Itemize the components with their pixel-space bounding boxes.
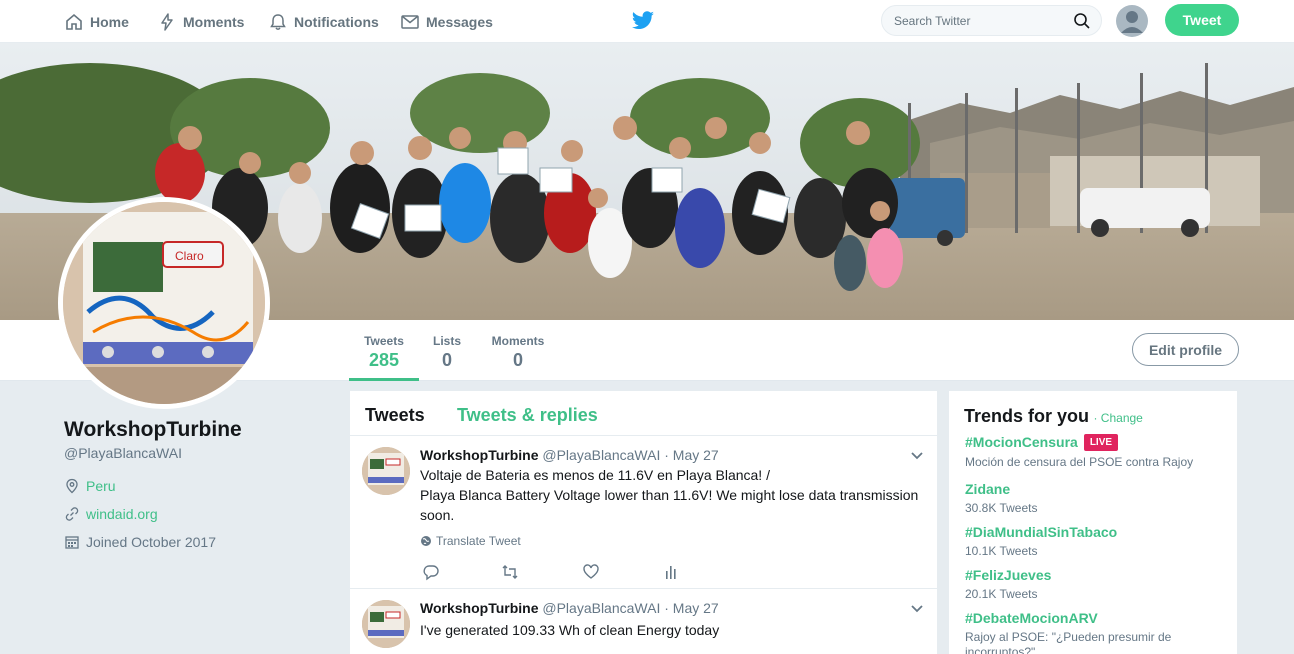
retweet-icon[interactable] xyxy=(501,563,519,581)
avatar-photo: Claro xyxy=(63,202,265,404)
search-input[interactable] xyxy=(894,13,1064,28)
svg-text:Claro: Claro xyxy=(175,249,204,263)
tweet-text-line-1: Voltaje de Bateria es menos de 11.6V en … xyxy=(420,467,770,483)
live-badge: LIVE xyxy=(1083,434,1119,451)
tweet-author-name[interactable]: WorkshopTurbine xyxy=(420,447,538,463)
calendar-icon xyxy=(65,536,79,549)
translate-tweet-link[interactable]: Translate Tweet xyxy=(420,534,521,548)
tweet-item[interactable]: WorkshopTurbine @PlayaBlancaWAI · May 27… xyxy=(350,590,937,654)
lightning-icon xyxy=(161,12,173,31)
tweet-text-line-2: Playa Blanca Battery Voltage lower than … xyxy=(420,487,919,503)
tweet-button[interactable]: Tweet xyxy=(1165,4,1239,36)
nav-home[interactable]: Home xyxy=(64,0,129,43)
home-icon xyxy=(66,13,82,30)
tweet-avatar[interactable] xyxy=(362,600,410,648)
globe-icon xyxy=(421,536,431,546)
tweet-author-handle[interactable]: @PlayaBlancaWAI xyxy=(542,600,660,616)
default-avatar-icon xyxy=(1116,5,1148,37)
trend-name[interactable]: Zidane xyxy=(965,481,1010,497)
trend-item[interactable]: #FelizJueves 20.1K Tweets xyxy=(965,567,1195,602)
translate-tweet-label: Translate Tweet xyxy=(436,534,521,548)
nav-messages[interactable]: Messages xyxy=(400,0,493,43)
nav-notifications-label: Notifications xyxy=(294,13,379,30)
profile-name[interactable]: WorkshopTurbine xyxy=(64,418,242,442)
nav-notifications[interactable]: Notifications xyxy=(268,0,379,43)
tweet-avatar-photo xyxy=(362,600,410,648)
trend-item[interactable]: #MocionCensura LIVE Moción de censura del… xyxy=(965,434,1195,470)
search-box[interactable] xyxy=(881,5,1102,36)
stat-moments-label: Moments xyxy=(491,334,545,348)
chevron-down-icon[interactable] xyxy=(910,451,924,461)
user-avatar-button[interactable] xyxy=(1116,5,1148,37)
tweet-avatar-photo xyxy=(362,447,410,495)
trend-name[interactable]: #DebateMocionARV xyxy=(965,610,1098,626)
profile-location-text[interactable]: Peru xyxy=(86,478,116,494)
stat-tweets-value: 285 xyxy=(368,350,400,370)
twitter-bird-icon[interactable] xyxy=(631,10,655,32)
tweet-header: WorkshopTurbine @PlayaBlancaWAI · May 27 xyxy=(420,600,719,616)
tweet-item[interactable]: WorkshopTurbine @PlayaBlancaWAI · May 27… xyxy=(350,437,937,589)
tweet-author-handle[interactable]: @PlayaBlancaWAI xyxy=(542,447,660,463)
analytics-icon[interactable] xyxy=(662,563,680,581)
top-navigation: Home Moments Notifications Messages Twee… xyxy=(0,0,1294,43)
chevron-down-icon[interactable] xyxy=(910,604,924,614)
trend-description: Rajoy al PSOE: "¿Pueden presumir de inco… xyxy=(965,630,1172,654)
profile-joined: Joined October 2017 xyxy=(64,534,216,550)
trends-panel: Trends for you · Change #MocionCensura LI… xyxy=(949,391,1237,654)
tab-tweets[interactable]: Tweets xyxy=(365,405,425,426)
tweet-avatar[interactable] xyxy=(362,447,410,495)
trends-title: Trends for you xyxy=(964,406,1090,426)
envelope-icon xyxy=(401,14,419,29)
trend-tweet-count: 20.1K Tweets xyxy=(965,587,1038,601)
tweet-header: WorkshopTurbine @PlayaBlancaWAI · May 27 xyxy=(420,447,719,463)
profile-avatar[interactable]: Claro xyxy=(58,197,270,409)
heart-icon[interactable] xyxy=(582,563,600,581)
reply-icon[interactable] xyxy=(422,563,440,581)
tweet-date[interactable]: · May 27 xyxy=(664,600,718,616)
trend-item[interactable]: #DiaMundialSinTabaco 10.1K Tweets xyxy=(965,524,1195,559)
profile-location: Peru xyxy=(64,478,116,494)
tab-tweets-replies[interactable]: Tweets & replies xyxy=(457,405,598,426)
nav-messages-label: Messages xyxy=(426,13,493,30)
location-pin-icon xyxy=(66,478,78,494)
trend-item[interactable]: #DebateMocionARV Rajoy al PSOE: "¿Pueden… xyxy=(965,610,1175,654)
stat-lists[interactable]: Lists 0 xyxy=(430,320,464,381)
edit-profile-button[interactable]: Edit profile xyxy=(1132,333,1239,366)
tweet-author-name[interactable]: WorkshopTurbine xyxy=(420,600,538,616)
profile-website-link[interactable]: windaid.org xyxy=(86,506,158,522)
stat-moments[interactable]: Moments 0 xyxy=(488,320,548,381)
profile-handle: @PlayaBlancaWAI xyxy=(64,445,182,461)
profile-website: windaid.org xyxy=(64,506,158,522)
search-icon[interactable] xyxy=(1073,12,1091,30)
tweet-text-line-3: soon. xyxy=(420,507,455,523)
stat-tweets-label: Tweets xyxy=(364,334,404,348)
stat-lists-value: 0 xyxy=(441,350,452,370)
tweet-text-line-1: I've generated 109.33 Wh of clean Energy… xyxy=(420,622,720,638)
timeline: Tweets Tweets & replies WorkshopTurbine … xyxy=(350,391,937,654)
link-icon xyxy=(65,507,79,521)
trends-change-link[interactable]: · Change xyxy=(1093,411,1142,425)
trend-description: Moción de censura del PSOE contra Rajoy xyxy=(965,455,1194,469)
trend-tweet-count: 30.8K Tweets xyxy=(965,501,1038,515)
trend-name[interactable]: #DiaMundialSinTabaco xyxy=(965,524,1117,540)
nav-home-label: Home xyxy=(90,13,129,30)
nav-moments[interactable]: Moments xyxy=(157,0,244,43)
tweet-date[interactable]: · May 27 xyxy=(664,447,718,463)
profile-joined-text: Joined October 2017 xyxy=(86,534,216,550)
stat-moments-value: 0 xyxy=(512,350,523,370)
stat-tweets[interactable]: Tweets 285 xyxy=(349,320,419,381)
bell-icon xyxy=(270,13,286,30)
trend-name[interactable]: #MocionCensura xyxy=(965,434,1078,450)
stat-lists-label: Lists xyxy=(432,334,461,348)
trend-name[interactable]: #FelizJueves xyxy=(965,567,1051,583)
trends-header: Trends for you · Change xyxy=(964,406,1222,427)
trend-tweet-count: 10.1K Tweets xyxy=(965,544,1038,558)
timeline-tabs: Tweets Tweets & replies xyxy=(350,391,937,436)
trend-item[interactable]: Zidane 30.8K Tweets xyxy=(965,481,1195,516)
nav-moments-label: Moments xyxy=(183,13,245,30)
